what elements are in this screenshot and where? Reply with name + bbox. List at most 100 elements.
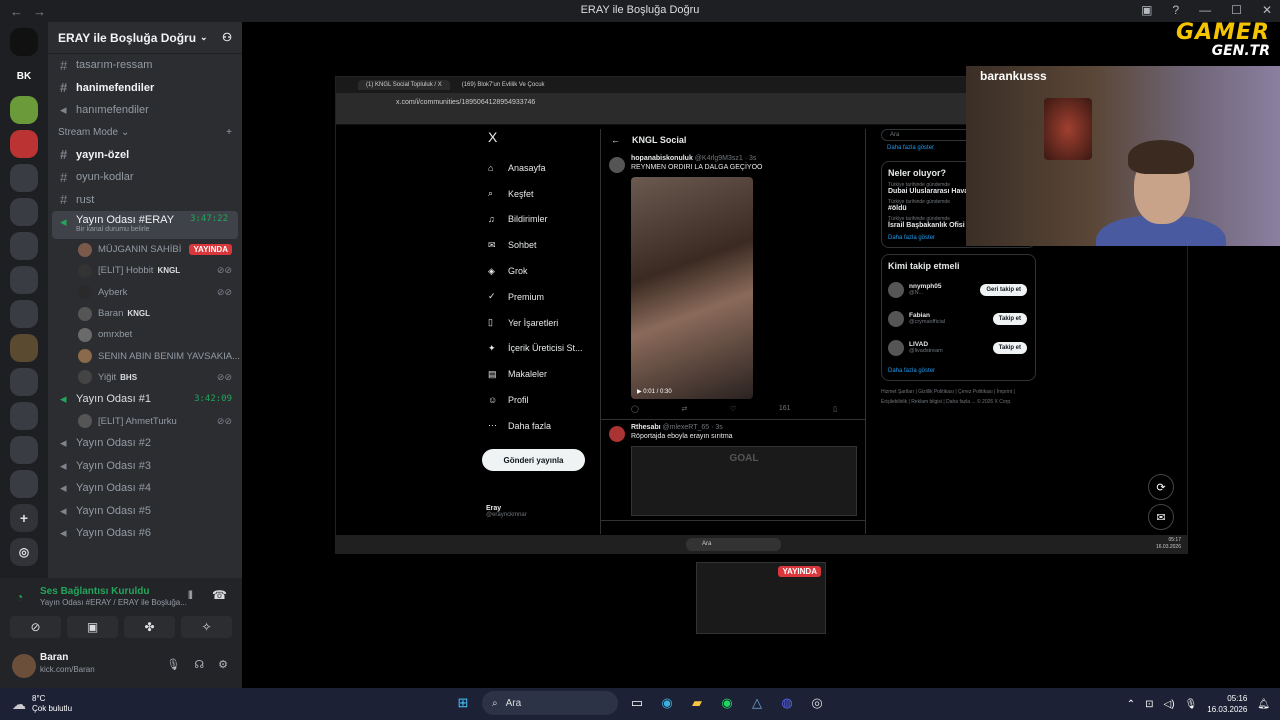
hash-icon: # bbox=[60, 147, 68, 163]
channel-item[interactable]: # oyun-kodlar bbox=[48, 166, 242, 189]
voice-user[interactable]: Baran KNGL bbox=[48, 303, 242, 324]
voice-user[interactable]: [ELIT] AhmetTurku ⊘⊘ bbox=[48, 411, 242, 432]
server-folder[interactable] bbox=[10, 334, 38, 362]
notifications-icon[interactable]: 🔔︎ bbox=[1257, 699, 1270, 710]
grok-icon[interactable]: ⟳ bbox=[1148, 474, 1174, 500]
screen-share-button[interactable]: ▣ bbox=[67, 616, 118, 638]
speaker-icon: ◂ bbox=[60, 480, 67, 496]
voice-channel-path[interactable]: Yayın Odası #ERAY / ERAY ile Boşluğa... bbox=[40, 598, 187, 607]
stream-thumbnail[interactable]: YAYINDA bbox=[696, 562, 826, 634]
x-profile: Eray @eraynckmnar bbox=[486, 505, 527, 518]
voice-channel[interactable]: ◂ Yayın Odası #1 3:42:09 bbox=[48, 388, 242, 411]
profile-handle: @eraynckmnar bbox=[486, 512, 527, 518]
soundboard-icon[interactable]: ⦀ bbox=[188, 590, 193, 603]
image-caption: GOAL bbox=[729, 453, 759, 464]
voice-channel[interactable]: ◂ Yayın Odası #4 bbox=[48, 477, 242, 500]
server-icon[interactable] bbox=[10, 130, 38, 158]
nav-label: Daha fazla bbox=[508, 420, 552, 431]
streamed-taskbar: Ara 05:17 16.03.2026 bbox=[336, 535, 1187, 554]
help-icon[interactable]: ? bbox=[1172, 3, 1179, 17]
server-folder[interactable] bbox=[10, 436, 38, 464]
channel-item[interactable]: # hanimefendiler bbox=[48, 77, 242, 100]
streamed-time: 05:17 bbox=[1168, 537, 1181, 543]
voice-user[interactable]: omrxbet bbox=[48, 324, 242, 345]
windows-taskbar: ☁ 8°C Çok bulutlu ⊞ ⌕ Ara ▭ ◉ ▰ ◉ △ ◍ ◎ ⌃ … bbox=[0, 688, 1280, 720]
server-folder[interactable] bbox=[10, 266, 38, 294]
discord-icon[interactable]: ◍ bbox=[776, 692, 798, 714]
mail-icon[interactable]: ✉ bbox=[1148, 504, 1174, 530]
server-folder[interactable] bbox=[10, 198, 38, 226]
tweet-user: hopanabiskonuluk bbox=[631, 155, 693, 162]
server-icon[interactable] bbox=[10, 28, 38, 56]
server-folder[interactable] bbox=[10, 232, 38, 260]
follow-button: Takip et bbox=[992, 341, 1027, 354]
disconnect-icon[interactable]: ☎ bbox=[212, 588, 227, 602]
volume-icon[interactable]: ◁) bbox=[1164, 699, 1175, 710]
tweet: Rthesabı @mlexeRT_65 · 3s Röportajda ebo… bbox=[601, 420, 865, 521]
server-bk[interactable]: BK bbox=[10, 62, 38, 90]
follow-button: Geri takip et bbox=[980, 283, 1027, 296]
voice-channel[interactable]: ◂ Yayın Odası #2 bbox=[48, 432, 242, 455]
user-name: SENIN ABIN BENIM YAVSAKIA... bbox=[98, 350, 241, 362]
channel-item[interactable]: # tasarım-ressam bbox=[48, 54, 242, 77]
voice-channel-status[interactable]: Bir kanal durumu belirle bbox=[76, 226, 174, 233]
add-channel-icon[interactable]: + bbox=[226, 127, 232, 138]
voice-channel[interactable]: ◂ Yayın Odası #5 bbox=[48, 499, 242, 522]
voice-user[interactable]: Yiğit BHS ⊘⊘ bbox=[48, 367, 242, 388]
category-stream-mode[interactable]: Stream Mode ⌄ + bbox=[48, 122, 242, 144]
x-nav-explore: ⌕ Keşfet bbox=[476, 181, 596, 207]
search-icon: ⌕ bbox=[488, 188, 494, 199]
server-folder[interactable] bbox=[10, 368, 38, 396]
channel-item[interactable]: ◂ hanımefendiler bbox=[48, 99, 242, 122]
file-explorer-icon[interactable]: ▰ bbox=[686, 692, 708, 714]
webcam-overlay: barankusss bbox=[966, 66, 1280, 246]
voice-channel[interactable]: ◂ Yayın Odası #6 bbox=[48, 522, 242, 545]
voice-user[interactable]: Ayberk ⊘⊘ bbox=[48, 282, 242, 303]
camera-off-button[interactable]: ⊘ bbox=[10, 616, 61, 638]
search-icon: ⌕ bbox=[492, 697, 498, 709]
channel-item[interactable]: # yayın-özel bbox=[48, 144, 242, 167]
clock[interactable]: 05:16 16.03.2026 bbox=[1207, 693, 1247, 715]
channel-item[interactable]: # rust bbox=[48, 189, 242, 212]
avatar[interactable] bbox=[12, 654, 36, 678]
voice-channel-active[interactable]: ◂ Yayın Odası #ERAY Bir kanal durumu bel… bbox=[52, 211, 238, 239]
spotify-icon[interactable]: ◉ bbox=[716, 692, 738, 714]
server-icon[interactable] bbox=[10, 96, 38, 124]
headphones-icon[interactable]: ☊ bbox=[194, 658, 204, 671]
voice-user[interactable]: SENIN ABIN BENIM YAVSAKIA... bbox=[48, 345, 242, 366]
voice-panel: ◔ Ses Bağlantısı Kuruldu Yayın Odası #ER… bbox=[0, 578, 242, 688]
streamer-hair bbox=[1128, 140, 1194, 174]
minimize-button[interactable]: — bbox=[1199, 3, 1211, 17]
add-server-icon[interactable]: + bbox=[10, 504, 38, 532]
chrome-icon[interactable]: ◎ bbox=[806, 692, 828, 714]
microphone-icon[interactable]: 🎙︎ bbox=[166, 658, 180, 671]
voice-user[interactable]: MÜJGANIN SAHİBİ YAYINDA bbox=[48, 239, 242, 260]
add-member-icon[interactable]: ⚇ bbox=[222, 31, 232, 44]
edge-icon[interactable]: ◉ bbox=[656, 692, 678, 714]
server-folder[interactable] bbox=[10, 300, 38, 328]
effects-button[interactable]: ✧ bbox=[181, 616, 232, 638]
settings-icon[interactable]: ⚙ bbox=[218, 658, 228, 671]
app-icon[interactable]: △ bbox=[746, 692, 768, 714]
maximize-button[interactable]: ☐ bbox=[1231, 3, 1242, 17]
voice-channel[interactable]: ◂ Yayın Odası #3 bbox=[48, 454, 242, 477]
task-view-icon[interactable]: ▭ bbox=[626, 692, 648, 714]
discover-icon[interactable]: ◎ bbox=[10, 538, 38, 566]
guild-header[interactable]: ERAY ile Boşluğa Doğru ⌄ ⚇ bbox=[48, 22, 242, 54]
inbox-icon[interactable]: ▣ bbox=[1141, 3, 1152, 17]
profile-name: Eray bbox=[486, 505, 502, 512]
activities-button[interactable]: ✤ bbox=[124, 616, 175, 638]
server-icon[interactable] bbox=[10, 470, 38, 498]
weather-widget[interactable]: ☁ 8°C Çok bulutlu bbox=[12, 694, 72, 714]
voice-status[interactable]: Ses Bağlantısı Kuruldu bbox=[40, 586, 149, 597]
network-icon[interactable]: ⊡ bbox=[1145, 699, 1153, 710]
server-folder[interactable] bbox=[10, 164, 38, 192]
microphone-icon[interactable]: 🎙︎ bbox=[1185, 699, 1198, 710]
server-folder[interactable] bbox=[10, 402, 38, 430]
chevron-up-icon[interactable]: ⌃ bbox=[1127, 699, 1135, 710]
taskbar-search[interactable]: ⌕ Ara bbox=[482, 691, 618, 715]
windows-start-icon[interactable]: ⊞ bbox=[452, 692, 474, 714]
user-name: MÜJGANIN SAHİBİ bbox=[98, 244, 182, 256]
close-button[interactable]: ✕ bbox=[1262, 3, 1272, 17]
voice-user[interactable]: [ELIT] Hobbit KNGL ⊘⊘ bbox=[48, 260, 242, 281]
